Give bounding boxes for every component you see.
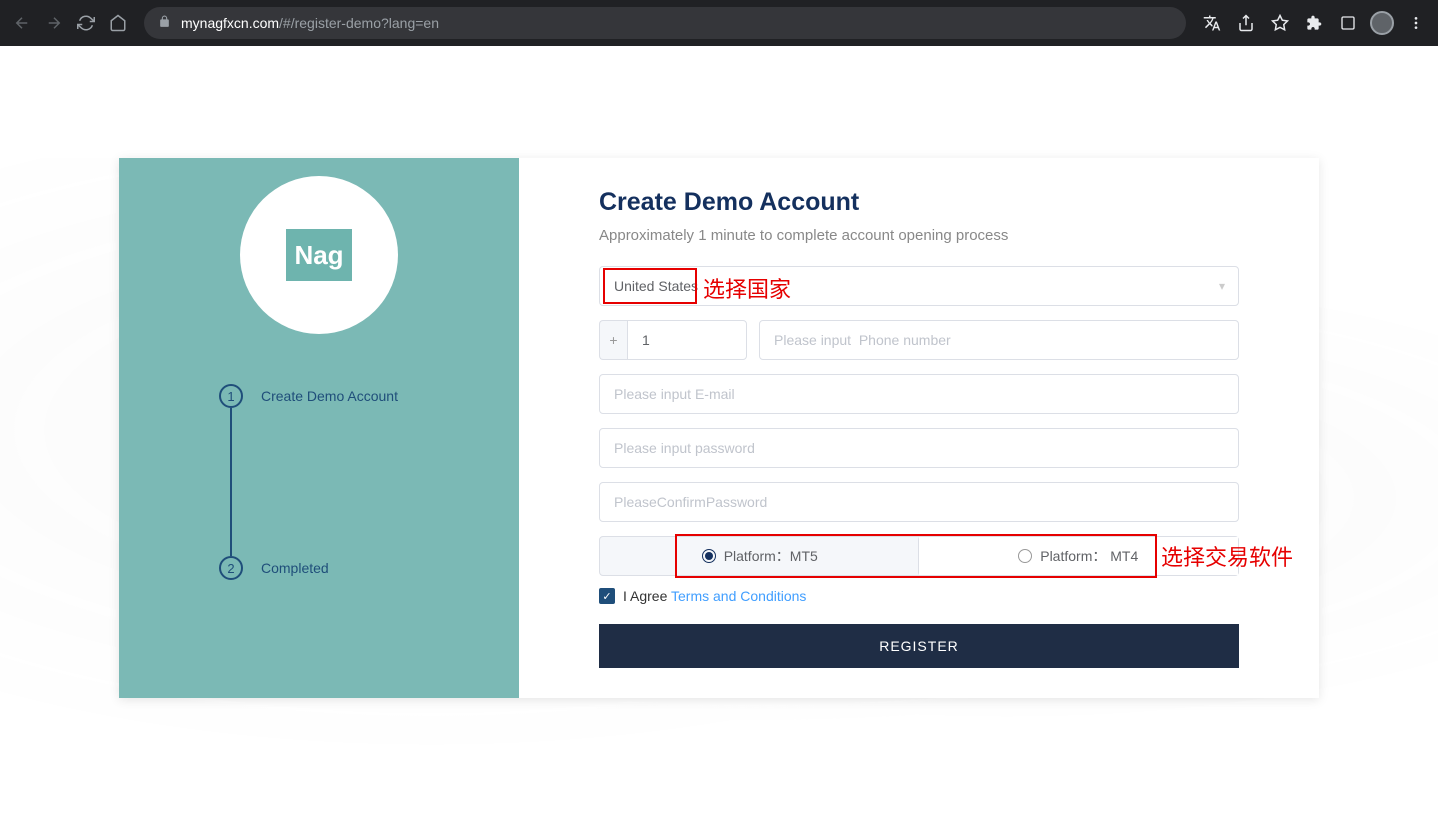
- password-input[interactable]: [599, 428, 1239, 468]
- terms-link[interactable]: Terms and Conditions: [671, 588, 806, 604]
- radio-icon: [1018, 549, 1032, 563]
- email-input[interactable]: [599, 374, 1239, 414]
- platform-mt4-radio[interactable]: Platform： MT4: [919, 537, 1239, 575]
- back-button[interactable]: [8, 9, 36, 37]
- lock-icon: [158, 15, 171, 31]
- agree-checkbox[interactable]: ✓: [599, 588, 615, 604]
- bookmark-star-icon[interactable]: [1266, 9, 1294, 37]
- form-panel: Create Demo Account Approximately 1 minu…: [519, 158, 1319, 698]
- address-bar[interactable]: mynagfxcn.com/#/register-demo?lang=en: [144, 7, 1186, 39]
- forward-button[interactable]: [40, 9, 68, 37]
- step-connector: [230, 408, 232, 556]
- reload-button[interactable]: [72, 9, 100, 37]
- step-2: 2 Completed: [219, 556, 398, 580]
- step-label: Completed: [261, 560, 329, 576]
- agree-text: I Agree: [623, 588, 671, 604]
- page-title: Create Demo Account: [599, 188, 1239, 217]
- share-icon[interactable]: [1232, 9, 1260, 37]
- translate-icon[interactable]: [1198, 9, 1226, 37]
- confirm-password-input[interactable]: [599, 482, 1239, 522]
- extensions-icon[interactable]: [1300, 9, 1328, 37]
- country-select[interactable]: [599, 266, 1239, 306]
- step-number: 2: [219, 556, 243, 580]
- phone-input[interactable]: [759, 320, 1239, 360]
- platform-mt5-radio[interactable]: Platform：MT5: [600, 537, 919, 575]
- logo-text: Nag: [286, 229, 352, 281]
- logo: Nag: [240, 176, 398, 334]
- radio-icon: [702, 549, 716, 563]
- tab-icon[interactable]: [1334, 9, 1362, 37]
- menu-icon[interactable]: [1402, 9, 1430, 37]
- step-1: 1 Create Demo Account: [219, 384, 398, 408]
- register-button[interactable]: REGISTER: [599, 624, 1239, 668]
- step-label: Create Demo Account: [261, 388, 398, 404]
- profile-avatar[interactable]: [1368, 9, 1396, 37]
- platform-label: Platform： MT4: [1040, 546, 1138, 566]
- url-text: mynagfxcn.com/#/register-demo?lang=en: [181, 15, 439, 31]
- home-button[interactable]: [104, 9, 132, 37]
- sidebar: Nag 1 Create Demo Account 2 Completed: [119, 158, 519, 698]
- step-number: 1: [219, 384, 243, 408]
- page-subtitle: Approximately 1 minute to complete accou…: [599, 227, 1239, 244]
- platform-label: Platform：MT5: [724, 546, 818, 566]
- phone-prefix-plus: +: [599, 320, 627, 360]
- browser-toolbar: mynagfxcn.com/#/register-demo?lang=en: [0, 0, 1438, 46]
- phone-country-code[interactable]: [627, 320, 747, 360]
